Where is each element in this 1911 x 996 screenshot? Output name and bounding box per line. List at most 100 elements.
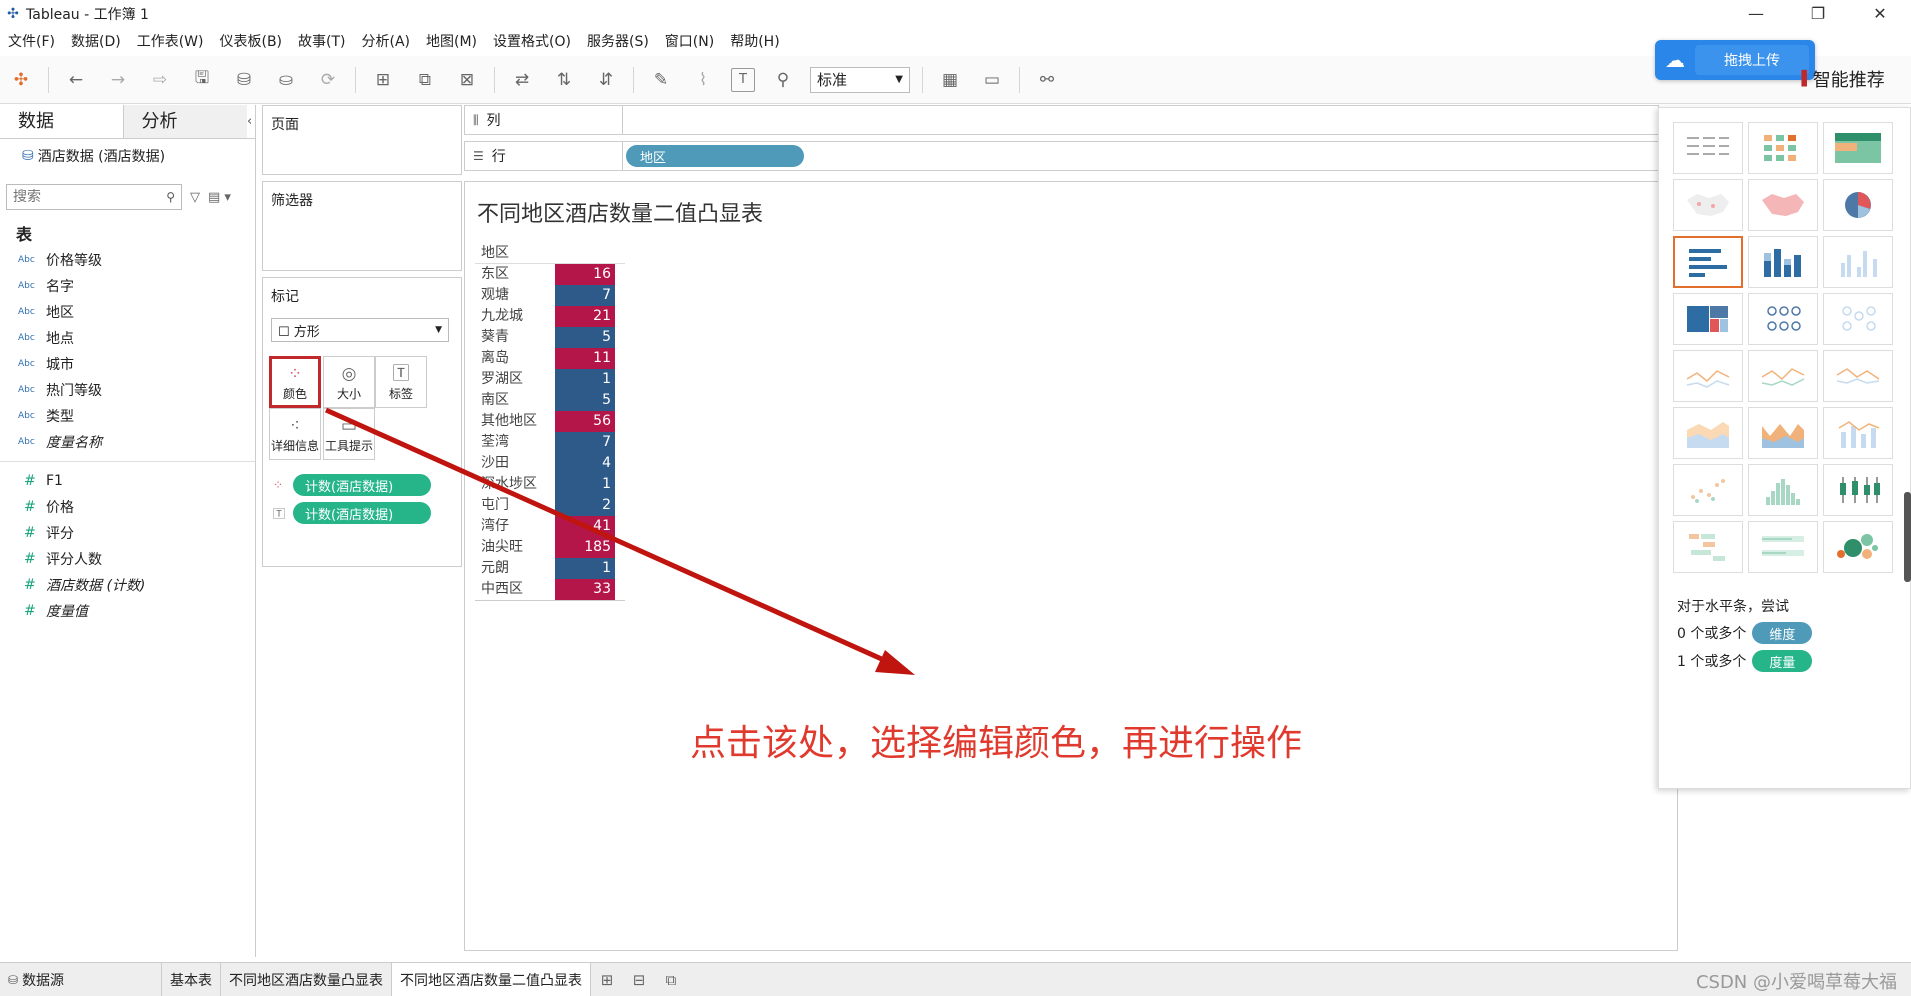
view-options-icon[interactable]: ▤ ▾	[208, 190, 231, 205]
dimension-field[interactable]: Abc 城市	[0, 351, 255, 377]
count-cell[interactable]: 56	[555, 411, 615, 432]
table-row[interactable]: 其他地区 56	[475, 411, 625, 432]
chart-horizontal-bar[interactable]	[1673, 236, 1743, 288]
minimize-button[interactable]: —	[1725, 0, 1787, 28]
table-row[interactable]: 屯门 2	[475, 495, 625, 516]
menu-worksheet[interactable]: 工作表(W)	[129, 28, 212, 56]
menu-data[interactable]: 数据(D)	[63, 28, 129, 56]
undo-icon[interactable]: ←	[62, 66, 90, 94]
highlight-icon[interactable]: ✎	[647, 66, 675, 94]
color-button[interactable]: ⁘ 颜色	[269, 356, 321, 408]
count-cell[interactable]: 11	[555, 348, 615, 369]
chart-text-table[interactable]	[1673, 122, 1743, 174]
dimension-field[interactable]: Abc 热门等级	[0, 377, 255, 403]
show-cards-icon[interactable]: ▦	[936, 66, 964, 94]
tab-sheet-binary-highlight[interactable]: 不同地区酒店数量二值凸显表	[392, 962, 591, 996]
chart-gantt[interactable]	[1673, 521, 1743, 573]
menu-help[interactable]: 帮助(H)	[722, 28, 787, 56]
chart-packed-bubbles[interactable]	[1823, 521, 1893, 573]
fit-select[interactable]: 标准 ▼	[810, 66, 910, 93]
chart-stacked-bar[interactable]	[1748, 236, 1818, 288]
chart-highlight-table[interactable]	[1823, 122, 1893, 174]
count-cell[interactable]: 41	[555, 516, 615, 537]
search-input[interactable]	[13, 189, 153, 205]
count-cell[interactable]: 7	[555, 432, 615, 453]
count-cell[interactable]: 1	[555, 369, 615, 390]
dimension-field[interactable]: Abc 地点	[0, 325, 255, 351]
detail-button[interactable]: ⁖ 详细信息	[269, 408, 321, 460]
table-row[interactable]: 九龙城 21	[475, 306, 625, 327]
table-row[interactable]: 观塘 7	[475, 285, 625, 306]
chart-dual-combination[interactable]	[1823, 407, 1893, 459]
tooltip-button[interactable]: ▭ 工具提示	[323, 408, 375, 460]
menu-analysis[interactable]: 分析(A)	[354, 28, 419, 56]
chart-scatter-plot[interactable]	[1673, 464, 1743, 516]
count-cell[interactable]: 33	[555, 579, 615, 600]
count-cell[interactable]: 1	[555, 558, 615, 579]
tab-sheet-highlight[interactable]: 不同地区酒店数量凸显表	[221, 962, 392, 996]
dimension-field[interactable]: Abc 度量名称	[0, 429, 255, 455]
table-header-region[interactable]: 地区	[475, 242, 625, 264]
show-labels-icon[interactable]: T	[731, 67, 755, 92]
label-button[interactable]: 🅃 标签	[375, 356, 427, 408]
chart-line-continuous[interactable]	[1673, 350, 1743, 402]
presentation-mode-icon[interactable]: ▭	[978, 66, 1006, 94]
measure-field[interactable]: # 评分	[0, 520, 255, 546]
count-cell[interactable]: 5	[555, 327, 615, 348]
menu-story[interactable]: 故事(T)	[290, 28, 353, 56]
dimension-field[interactable]: Abc 价格等级	[0, 247, 255, 273]
rows-shelf[interactable]: ☰ 行 地区	[464, 141, 1659, 171]
share-icon[interactable]: ⚯	[1033, 66, 1061, 94]
menu-dashboard[interactable]: 仪表板(B)	[211, 28, 290, 56]
duplicate-icon[interactable]: ⧉	[411, 66, 439, 94]
redo-icon[interactable]: →	[104, 66, 132, 94]
measure-field[interactable]: # F1	[0, 468, 255, 494]
chart-area-discrete[interactable]	[1748, 407, 1818, 459]
chart-area-continuous[interactable]	[1673, 407, 1743, 459]
label-measure-pill[interactable]: 计数(酒店数据)	[293, 502, 431, 524]
swap-icon[interactable]: ⇄	[508, 66, 536, 94]
collapse-pane-icon[interactable]: ‹	[247, 105, 255, 138]
mark-type-select[interactable]: ☐ 方形 ▼	[271, 318, 449, 342]
count-cell[interactable]: 21	[555, 306, 615, 327]
region-dimension-pill[interactable]: 地区	[626, 145, 804, 167]
count-cell[interactable]: 185	[555, 537, 615, 558]
refresh-icon[interactable]: ⟳	[314, 66, 342, 94]
tab-analysis[interactable]: 分析	[123, 105, 248, 138]
datasource-item[interactable]: ⛁ 酒店数据 (酒店数据)	[0, 139, 255, 173]
table-row[interactable]: 油尖旺 185	[475, 537, 625, 558]
table-row[interactable]: 沙田 4	[475, 453, 625, 474]
tableau-home-icon[interactable]: ✣	[7, 66, 35, 94]
table-row[interactable]: 湾仔 41	[475, 516, 625, 537]
showme-scrollbar[interactable]	[1904, 492, 1911, 582]
upload-widget[interactable]: ☁ 拖拽上传	[1655, 40, 1815, 80]
filter-icon[interactable]: ▽	[190, 190, 200, 205]
menu-format[interactable]: 设置格式(O)	[485, 28, 579, 56]
replay-icon[interactable]: ⇨	[146, 66, 174, 94]
chart-dual-line[interactable]	[1823, 350, 1893, 402]
menu-window[interactable]: 窗口(N)	[657, 28, 722, 56]
count-cell[interactable]: 16	[555, 264, 615, 285]
chart-circle-view[interactable]	[1748, 293, 1818, 345]
maximize-button[interactable]: ❐	[1787, 0, 1849, 28]
table-row[interactable]: 南区 5	[475, 390, 625, 411]
search-box[interactable]: ⚲	[6, 184, 182, 210]
measure-field[interactable]: # 评分人数	[0, 546, 255, 572]
table-row[interactable]: 离岛 11	[475, 348, 625, 369]
sort-ascending-icon[interactable]: ⇅	[550, 66, 578, 94]
color-measure-pill[interactable]: 计数(酒店数据)	[293, 474, 431, 496]
pin-icon[interactable]: ⚲	[769, 66, 797, 94]
measure-field[interactable]: # 酒店数据 (计数)	[0, 572, 255, 598]
count-cell[interactable]: 4	[555, 453, 615, 474]
chart-side-by-side-bar[interactable]	[1823, 236, 1893, 288]
clear-sheet-icon[interactable]: ⊠	[453, 66, 481, 94]
size-button[interactable]: ◎ 大小	[323, 356, 375, 408]
new-story-icon[interactable]: ⧉	[655, 971, 687, 989]
dimension-field[interactable]: Abc 地区	[0, 299, 255, 325]
count-cell[interactable]: 2	[555, 495, 615, 516]
menu-server[interactable]: 服务器(S)	[579, 28, 657, 56]
table-row[interactable]: 罗湖区 1	[475, 369, 625, 390]
tab-sheet-basic[interactable]: 基本表	[162, 962, 221, 996]
pages-card[interactable]: 页面	[262, 105, 462, 175]
new-worksheet-icon[interactable]: ⊞	[591, 971, 623, 989]
